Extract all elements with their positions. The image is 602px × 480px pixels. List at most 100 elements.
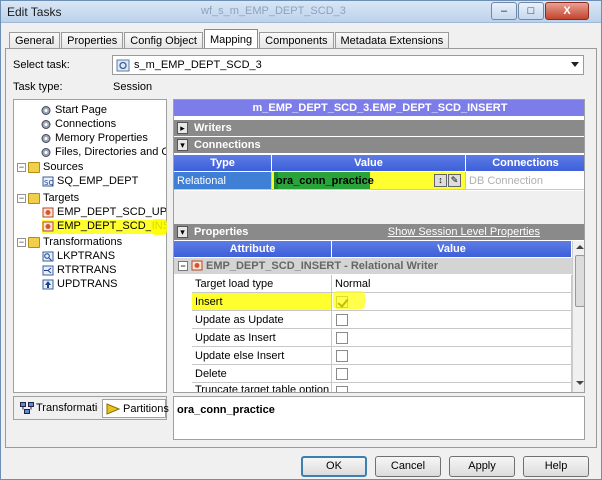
prop-value-target-load-type[interactable]: Normal [332, 275, 572, 293]
properties-pane: m_EMP_DEPT_SCD_3.EMP_DEPT_SCD_INSERT ▸ W… [173, 99, 585, 393]
tab-partitions[interactable]: Partitions [102, 399, 169, 418]
tab-transformations-label: Transformations [36, 402, 98, 414]
collapse-group-icon[interactable]: − [178, 261, 188, 271]
update-as-insert-checkbox[interactable] [336, 332, 348, 344]
highlighter-mark [333, 291, 365, 309]
minimize-icon: – [500, 5, 508, 17]
target-icon [191, 260, 203, 271]
writers-section[interactable]: ▸ Writers [174, 120, 584, 136]
update-else-insert-checkbox[interactable] [336, 350, 348, 362]
expand-writers-icon[interactable]: ▸ [177, 122, 188, 134]
prop-value-update-else-insert[interactable] [332, 347, 572, 365]
prop-value-update-as-update[interactable] [332, 311, 572, 329]
connection-browse-icon[interactable]: ↕ [434, 174, 447, 187]
close-button[interactable]: X [545, 2, 589, 20]
tab-properties[interactable]: Properties [61, 32, 124, 48]
description-text: ora_conn_practice [177, 404, 275, 416]
tab-components[interactable]: Components [259, 32, 334, 48]
chevron-down-icon [571, 62, 579, 67]
close-icon: X [563, 5, 571, 17]
lookup-icon [42, 251, 54, 262]
cancel-button[interactable]: Cancel [375, 456, 441, 477]
target-icon [42, 221, 54, 232]
prop-value-update-as-insert[interactable] [332, 329, 572, 347]
title-bar[interactable]: Edit Tasks wf_s_m_EMP_DEPT_SCD_3 – □ X [1, 1, 601, 23]
connection-edit-icon[interactable]: ✎ [448, 174, 461, 187]
prop-attr-insert: Insert [192, 293, 332, 311]
scroll-up-icon[interactable] [576, 245, 584, 249]
select-task-dropdown[interactable]: s_m_EMP_DEPT_SCD_3 [112, 55, 584, 75]
gear-icon [41, 120, 51, 129]
collapse-connections-icon[interactable]: ▾ [177, 139, 188, 151]
prop-col-attribute: Attribute [174, 241, 332, 257]
folder-icon [28, 162, 40, 173]
router-icon [42, 265, 54, 276]
properties-scrollbar[interactable] [572, 241, 584, 392]
select-task-value: s_m_EMP_DEPT_SCD_3 [134, 59, 262, 71]
conn-type-cell[interactable]: Relational [174, 172, 272, 190]
tab-partitions-label: Partitions [123, 403, 169, 415]
mapping-instance-header: m_EMP_DEPT_SCD_3.EMP_DEPT_SCD_INSERT [174, 100, 584, 116]
conn-col-type: Type [174, 155, 272, 171]
background-window-title: wf_s_m_EMP_DEPT_SCD_3 [201, 5, 346, 17]
scroll-thumb[interactable] [575, 255, 584, 307]
prop-col-value: Value [332, 241, 572, 257]
conn-connections-cell[interactable]: DB Connection [466, 172, 584, 190]
tree-item-emp-dept-scd-insert[interactable]: EMP_DEPT_SCD_INSERT [42, 220, 166, 234]
tab-general[interactable]: General [9, 32, 61, 48]
writer-group-row[interactable]: − EMP_DEPT_SCD_INSERT - Relational Write… [174, 258, 572, 274]
delete-checkbox[interactable] [336, 368, 348, 380]
expand-sources-toggle[interactable]: − [17, 163, 26, 172]
show-session-level-link[interactable]: Show Session Level Properties [388, 224, 540, 240]
source-qualifier-icon: SQ [42, 176, 54, 187]
tab-mapping[interactable]: Mapping [203, 29, 259, 48]
maximize-button[interactable]: □ [518, 2, 544, 20]
transformations-icon [20, 402, 34, 414]
prop-attr-delete: Delete [192, 365, 332, 383]
prop-value-truncate[interactable] [332, 383, 572, 392]
truncate-checkbox[interactable] [336, 386, 348, 392]
edit-tasks-window: Edit Tasks wf_s_m_EMP_DEPT_SCD_3 – □ X G… [0, 0, 602, 480]
collapse-properties-icon[interactable]: ▾ [177, 226, 188, 238]
properties-section[interactable]: ▾ Properties Show Session Level Properti… [174, 224, 584, 240]
prop-attr-update-as-insert: Update as Insert [192, 329, 332, 347]
tab-config-object[interactable]: Config Object [124, 32, 203, 48]
maximize-icon: □ [527, 5, 535, 17]
tree-bottom-tabs: Transformations Partitions [13, 396, 169, 420]
session-icon [116, 59, 130, 72]
minimize-button[interactable]: – [491, 2, 517, 20]
gear-icon [41, 106, 51, 115]
apply-button[interactable]: Apply [449, 456, 515, 477]
help-button[interactable]: Help [523, 456, 589, 477]
prop-attr-target-load-type: Target load type [192, 275, 332, 293]
target-icon [42, 207, 54, 218]
update-strategy-icon [42, 279, 54, 290]
partition-arrow-icon [106, 403, 120, 415]
folder-icon [28, 193, 40, 204]
expand-targets-toggle[interactable]: − [17, 194, 26, 203]
update-as-update-checkbox[interactable] [336, 314, 348, 326]
expand-transformations-toggle[interactable]: − [17, 238, 26, 247]
window-title: Edit Tasks [7, 5, 62, 19]
connections-blank-area [174, 191, 584, 225]
conn-value-cell[interactable]: ora_conn_practice ↕ ✎ [272, 172, 466, 190]
prop-value-insert[interactable] [332, 293, 572, 311]
tab-strip: General Properties Config Object Mapping… [9, 29, 450, 49]
tab-transformations[interactable]: Transformations [18, 399, 100, 418]
svg-text:SQ: SQ [44, 179, 54, 187]
folder-icon [28, 237, 40, 248]
session-tree: Start Page Connections Memory Properties… [13, 99, 167, 393]
connections-section[interactable]: ▾ Connections [174, 137, 584, 153]
gear-icon [41, 148, 51, 157]
highlighter-mark [151, 219, 167, 235]
tab-metadata-extensions[interactable]: Metadata Extensions [334, 32, 450, 48]
prop-value-delete[interactable] [332, 365, 572, 383]
prop-attr-update-as-update: Update as Update [192, 311, 332, 329]
ok-button[interactable]: OK [301, 456, 367, 477]
task-type-label: Task type: [13, 81, 63, 93]
scroll-down-icon[interactable] [576, 381, 584, 385]
conn-value-text: ora_conn_practice [276, 175, 374, 187]
prop-attr-truncate: Truncate target table option [192, 383, 332, 392]
task-type-value: Session [113, 81, 153, 93]
description-box: ora_conn_practice [173, 396, 585, 440]
